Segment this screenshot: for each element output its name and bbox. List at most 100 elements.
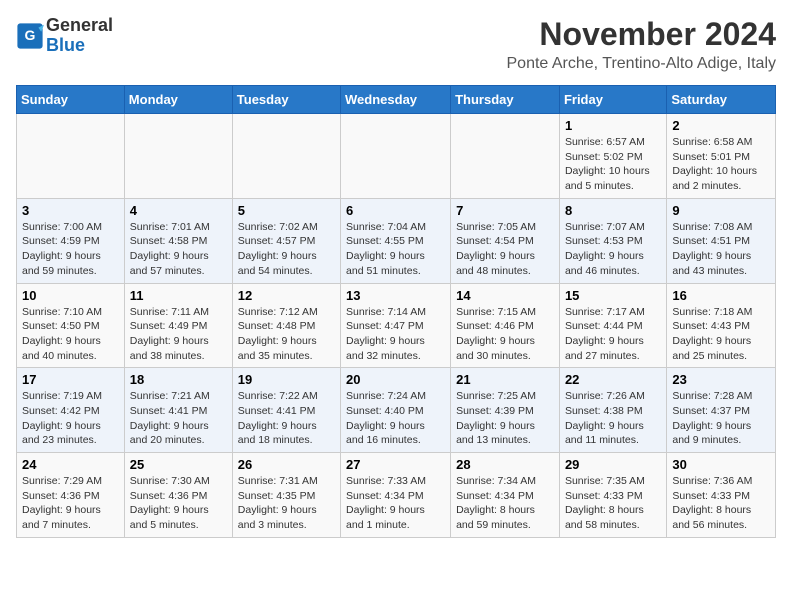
sunrise-text: Sunrise: 7:15 AM xyxy=(456,306,536,318)
daylight-hours: Daylight: 9 hours and 59 minutes. xyxy=(22,250,101,277)
calendar-cell: 19 Sunrise: 7:22 AMSunset: 4:41 PMDayligh… xyxy=(232,368,340,453)
sunset-text: Sunset: 4:37 PM xyxy=(672,405,750,417)
sunrise-text: Sunrise: 7:02 AM xyxy=(238,221,318,233)
sunset-text: Sunset: 4:38 PM xyxy=(565,405,643,417)
calendar-cell: 9Sunrise: 7:08 AMSunset: 4:51 PMDaylight… xyxy=(667,198,776,283)
daylight-hours: Daylight: 9 hours and 7 minutes. xyxy=(22,504,101,531)
day-info: Sunrise: 7:04 AMSunset: 4:55 PMDaylight:… xyxy=(346,220,445,279)
day-number: 6 xyxy=(346,203,445,218)
day-number: 17 xyxy=(22,372,119,387)
daylight-hours: Daylight: 9 hours and 43 minutes. xyxy=(672,250,751,277)
daylight-hours: Daylight: 9 hours and 57 minutes. xyxy=(130,250,209,277)
daylight-hours: Daylight: 9 hours and 11 minutes. xyxy=(565,420,644,447)
day-info: Sunrise: 7:24 AMSunset: 4:40 PMDaylight:… xyxy=(346,389,445,448)
day-number: 18 xyxy=(130,372,227,387)
daylight-hours: Daylight: 9 hours and 46 minutes. xyxy=(565,250,644,277)
sunset-text: Sunset: 4:41 PM xyxy=(238,405,316,417)
day-info: Sunrise: 7:21 AMSunset: 4:41 PMDaylight:… xyxy=(130,389,227,448)
day-number: 15 xyxy=(565,288,661,303)
header-row: Sunday Monday Tuesday Wednesday Thursday… xyxy=(17,86,776,114)
day-info: Sunrise: 7:05 AMSunset: 4:54 PMDaylight:… xyxy=(456,220,554,279)
daylight-hours: Daylight: 9 hours and 3 minutes. xyxy=(238,504,317,531)
logo: G GeneralBlue xyxy=(16,16,113,56)
daylight-hours: Daylight: 8 hours and 56 minutes. xyxy=(672,504,751,531)
sunrise-text: Sunrise: 7:00 AM xyxy=(22,221,102,233)
day-info: Sunrise: 7:18 AMSunset: 4:43 PMDaylight:… xyxy=(672,305,770,364)
day-info: Sunrise: 7:28 AMSunset: 4:37 PMDaylight:… xyxy=(672,389,770,448)
sunset-text: Sunset: 4:55 PM xyxy=(346,235,424,247)
sunrise-text: Sunrise: 7:17 AM xyxy=(565,306,645,318)
day-number: 28 xyxy=(456,457,554,472)
sunrise-text: Sunrise: 7:25 AM xyxy=(456,390,536,402)
col-friday: Friday xyxy=(559,86,666,114)
calendar-table: Sunday Monday Tuesday Wednesday Thursday… xyxy=(16,85,776,538)
calendar-cell: 22Sunrise: 7:26 AMSunset: 4:38 PMDayligh… xyxy=(559,368,666,453)
calendar-cell: 18 Sunrise: 7:21 AMSunset: 4:41 PMDayligh… xyxy=(124,368,232,453)
day-info: Sunrise: 7:00 AMSunset: 4:59 PMDaylight:… xyxy=(22,220,119,279)
day-info: Sunrise: 7:14 AMSunset: 4:47 PMDaylight:… xyxy=(346,305,445,364)
day-number: 4 xyxy=(130,203,227,218)
sunrise-text: Sunrise: 7:35 AM xyxy=(565,475,645,487)
daylight-hours: Daylight: 9 hours and 30 minutes. xyxy=(456,335,535,362)
calendar-cell: 14Sunrise: 7:15 AMSunset: 4:46 PMDayligh… xyxy=(451,283,560,368)
svg-text:G: G xyxy=(25,27,36,43)
sunset-text: Sunset: 5:02 PM xyxy=(565,151,643,163)
daylight-hours: Daylight: 9 hours and 25 minutes. xyxy=(672,335,751,362)
sunset-text: Sunset: 4:33 PM xyxy=(672,490,750,502)
sunset-text: Sunset: 4:34 PM xyxy=(346,490,424,502)
sunrise-text: Sunrise: 7:24 AM xyxy=(346,390,426,402)
day-info: Sunrise: 7:36 AMSunset: 4:33 PMDaylight:… xyxy=(672,474,770,533)
page-header: G GeneralBlue November 2024 Ponte Arche,… xyxy=(16,16,776,73)
sunset-text: Sunset: 4:53 PM xyxy=(565,235,643,247)
daylight-hours: Daylight: 9 hours and 54 minutes. xyxy=(238,250,317,277)
day-number: 23 xyxy=(672,372,770,387)
daylight-hours: Daylight: 9 hours and 40 minutes. xyxy=(22,335,101,362)
calendar-cell: 12Sunrise: 7:12 AMSunset: 4:48 PMDayligh… xyxy=(232,283,340,368)
day-number: 26 xyxy=(238,457,335,472)
calendar-cell: 10Sunrise: 7:10 AMSunset: 4:50 PMDayligh… xyxy=(17,283,125,368)
daylight-hours: Daylight: 9 hours and 35 minutes. xyxy=(238,335,317,362)
day-number: 29 xyxy=(565,457,661,472)
day-info: Sunrise: 7:17 AMSunset: 4:44 PMDaylight:… xyxy=(565,305,661,364)
sunrise-text: Sunrise: 6:58 AM xyxy=(672,136,752,148)
day-number: 19 xyxy=(238,372,335,387)
sunset-text: Sunset: 4:51 PM xyxy=(672,235,750,247)
sunset-text: Sunset: 4:43 PM xyxy=(672,320,750,332)
day-number: 3 xyxy=(22,203,119,218)
sunset-text: Sunset: 4:44 PM xyxy=(565,320,643,332)
day-info: Sunrise: 7:22 AMSunset: 4:41 PMDaylight:… xyxy=(238,389,335,448)
day-info: Sunrise: 7:11 AMSunset: 4:49 PMDaylight:… xyxy=(130,305,227,364)
day-number: 24 xyxy=(22,457,119,472)
daylight-hours: Daylight: 9 hours and 38 minutes. xyxy=(130,335,209,362)
sunrise-text: Sunrise: 7:05 AM xyxy=(456,221,536,233)
calendar-cell: 26 Sunrise: 7:31 AMSunset: 4:35 PMDayligh… xyxy=(232,453,340,538)
calendar-cell: 23 Sunrise: 7:28 AMSunset: 4:37 PMDayligh… xyxy=(667,368,776,453)
day-info: Sunrise: 7:25 AMSunset: 4:39 PMDaylight:… xyxy=(456,389,554,448)
day-number: 9 xyxy=(672,203,770,218)
calendar-cell: 11Sunrise: 7:11 AMSunset: 4:49 PMDayligh… xyxy=(124,283,232,368)
daylight-hours: Daylight: 9 hours and 18 minutes. xyxy=(238,420,317,447)
daylight-hours: Daylight: 10 hours and 5 minutes. xyxy=(565,165,650,192)
calendar-cell xyxy=(341,114,451,199)
day-number: 27 xyxy=(346,457,445,472)
calendar-body: 1Sunrise: 6:57 AMSunset: 5:02 PMDaylight… xyxy=(17,114,776,538)
calendar-cell xyxy=(451,114,560,199)
day-info: Sunrise: 7:31 AMSunset: 4:35 PMDaylight:… xyxy=(238,474,335,533)
day-info: Sunrise: 7:07 AM Sunset: 4:53 PM Daylight:… xyxy=(565,220,661,279)
calendar-cell: 28Sunrise: 7:34 AMSunset: 4:34 PMDayligh… xyxy=(451,453,560,538)
col-monday: Monday xyxy=(124,86,232,114)
calendar-cell: 1Sunrise: 6:57 AMSunset: 5:02 PMDaylight… xyxy=(559,114,666,199)
day-info: Sunrise: 6:58 AMSunset: 5:01 PMDaylight:… xyxy=(672,135,770,194)
sunrise-text: Sunrise: 7:07 AM xyxy=(565,221,645,233)
daylight-hours: Daylight: 9 hours and 1 minute. xyxy=(346,504,425,531)
daylight-hours: Daylight: 9 hours and 5 minutes. xyxy=(130,504,209,531)
sunrise-text: Sunrise: 7:12 AM xyxy=(238,306,318,318)
day-info: Sunrise: 7:01 AMSunset: 4:58 PMDaylight:… xyxy=(130,220,227,279)
location-subtitle: Ponte Arche, Trentino-Alto Adige, Italy xyxy=(507,55,777,73)
day-number: 21 xyxy=(456,372,554,387)
calendar-cell xyxy=(124,114,232,199)
sunrise-text: Sunrise: 7:26 AM xyxy=(565,390,645,402)
daylight-hours: Daylight: 9 hours and 51 minutes. xyxy=(346,250,425,277)
day-info: Sunrise: 7:10 AMSunset: 4:50 PMDaylight:… xyxy=(22,305,119,364)
day-info: Sunrise: 7:33 AMSunset: 4:34 PMDaylight:… xyxy=(346,474,445,533)
